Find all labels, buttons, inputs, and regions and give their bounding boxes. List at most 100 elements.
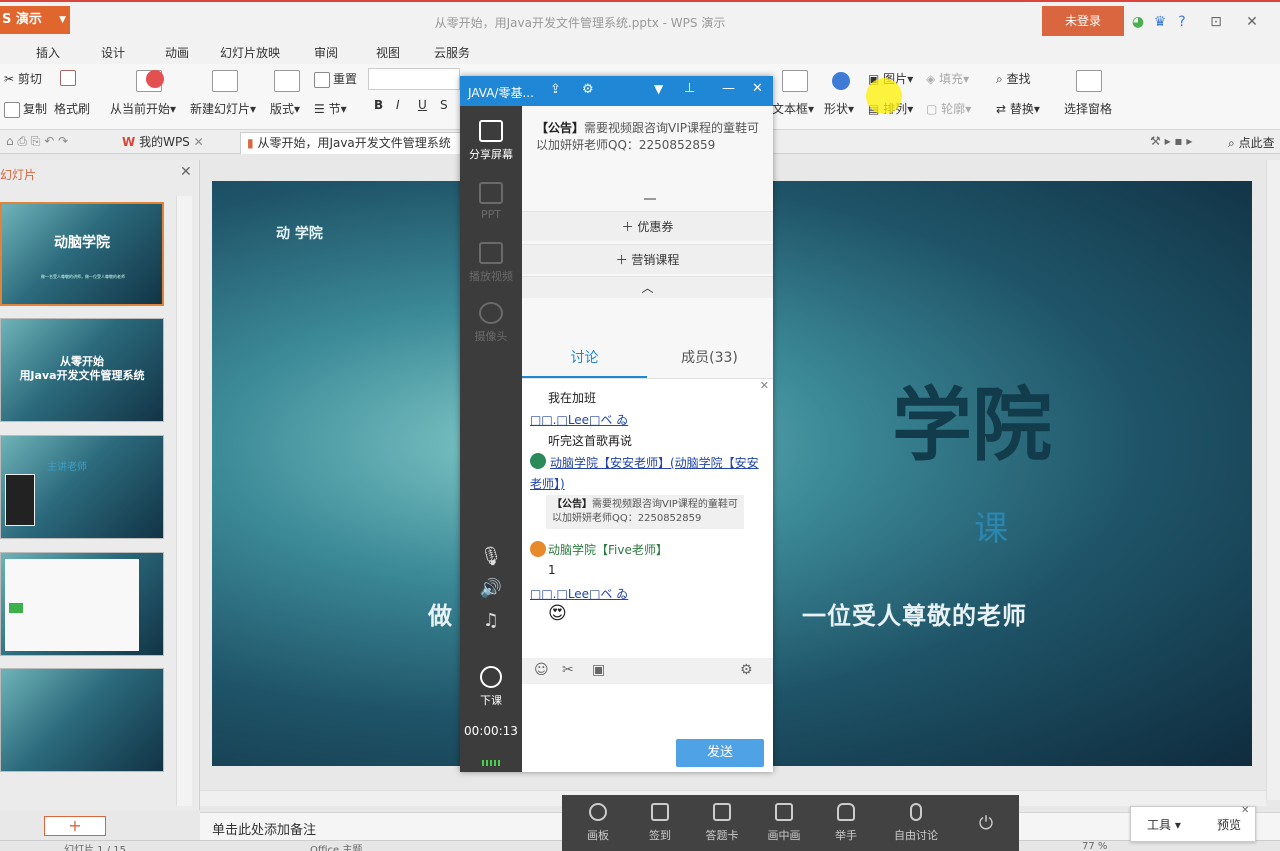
ppt-icon	[479, 182, 503, 204]
login-button[interactable]: 未登录	[1042, 6, 1124, 36]
format-painter-icon[interactable]	[60, 70, 79, 86]
italic-button[interactable]: I	[396, 98, 400, 112]
tools-button[interactable]: 工具 ▾	[1147, 816, 1181, 833]
microphone-icon	[910, 803, 922, 821]
pin-icon[interactable]: ⊥	[684, 81, 695, 96]
send-button[interactable]: 发送	[676, 739, 764, 767]
close-icon[interactable]: ✕	[1244, 14, 1260, 30]
collapse-row[interactable]: ︿	[522, 276, 773, 298]
find-button[interactable]: ⌕ 查找	[996, 70, 1031, 87]
raise-hand-button[interactable]: 举手	[818, 803, 874, 843]
textbox-button[interactable]: 文本框▾	[772, 100, 814, 117]
new-slide-button[interactable]: 新建幻灯片▾	[190, 100, 256, 117]
end-class-button[interactable]: 下课	[460, 666, 522, 708]
whiteboard-button[interactable]: 画板	[570, 803, 626, 843]
selection-pane-icon	[1076, 70, 1102, 92]
announcement: 【公告】需要视频跟咨询VIP课程的童鞋可以加妍妍老师QQ：2250852859	[536, 120, 762, 154]
tabstrip-tool-icons[interactable]: ⚒ ▸ ▪ ▸	[1150, 134, 1192, 148]
shape-button[interactable]: 形状▾	[824, 100, 854, 117]
font-name-dropdown[interactable]	[368, 68, 460, 90]
power-icon[interactable]: ⏻	[958, 813, 1014, 834]
play-video-button[interactable]: 播放视频	[460, 242, 522, 284]
vertical-scrollbar[interactable]	[1266, 160, 1280, 800]
cloud-icon[interactable]: ◕	[1130, 14, 1146, 30]
layout-button[interactable]: 版式▾	[270, 100, 300, 117]
restore-icon[interactable]: ⊡	[1208, 14, 1224, 30]
fill-button[interactable]: ◈ 填充▾	[926, 70, 969, 87]
reset-button[interactable]: 重置	[314, 70, 357, 88]
close-icon[interactable]: ✕	[1241, 805, 1249, 816]
section-button[interactable]: ☰ 节▾	[314, 100, 347, 117]
coupon-row[interactable]: ＋ 优惠券	[522, 211, 773, 241]
close-tab-icon[interactable]: ✕	[194, 135, 204, 149]
speaker-icon[interactable]: 🔊	[460, 578, 522, 599]
section-label: 节	[328, 102, 341, 116]
picture-in-picture-button[interactable]: 画中画	[756, 803, 812, 843]
skin-icon[interactable]: ♛	[1152, 14, 1168, 30]
help-icon[interactable]: ?	[1174, 14, 1190, 30]
music-icon[interactable]: ♫	[460, 610, 522, 631]
outline-button[interactable]: ▢ 轮廓▾	[926, 100, 971, 117]
quick-access-icons[interactable]: ⌂ ⎙ ⎘ ↶ ↷	[6, 134, 68, 149]
answer-card-button[interactable]: 答题卡	[694, 803, 750, 843]
slide-thumb-1[interactable]: 动脑学院 做一名受人尊敬的讲师，做一位受人尊敬的老师	[0, 202, 164, 306]
document-tab[interactable]: ▮ 从零开始，用Java开发文件管理系统	[240, 132, 462, 154]
gear-icon[interactable]: ⚙	[740, 662, 753, 678]
chat-username[interactable]: □□.□Lee□ベ ゐ	[530, 585, 628, 602]
marketing-course-row[interactable]: ＋ 营销课程	[522, 244, 773, 274]
close-icon[interactable]: ✕	[180, 164, 192, 180]
settings-icon[interactable]: ⚙	[582, 82, 594, 97]
calendar-check-icon	[651, 803, 669, 821]
format-painter-button[interactable]: 格式刷	[54, 100, 90, 117]
slide-pane-scrollbar[interactable]	[176, 196, 192, 806]
copy-label: 复制	[23, 102, 48, 116]
slide-thumb-3[interactable]: 主讲老师	[0, 435, 164, 539]
from-current-button[interactable]: 从当前开始▾	[110, 100, 176, 117]
preview-button[interactable]: 预览	[1217, 816, 1241, 833]
tab-animation[interactable]: 动画	[165, 44, 189, 61]
scissors-icon[interactable]: ✂	[562, 662, 574, 678]
shadow-button[interactable]: S	[440, 98, 448, 112]
window-title: 从零开始，用Java开发文件管理系统.pptx - WPS 演示	[434, 16, 726, 30]
chat-username[interactable]: □□.□Lee□ベ ゐ	[530, 411, 628, 428]
chat-messages[interactable]: ✕ 我在加班 □□.□Lee□ベ ゐ 听完这首歌再说 动脑学院【安安老师】(动脑…	[522, 378, 773, 658]
close-icon[interactable]: ✕	[752, 81, 763, 96]
slide-thumb-4[interactable]	[0, 552, 164, 656]
slide-thumb-5[interactable]	[0, 668, 164, 772]
free-discussion-button[interactable]: 自由讨论	[880, 803, 952, 843]
tab-review[interactable]: 审阅	[314, 44, 338, 61]
share-icon[interactable]: ⇪	[550, 82, 561, 97]
copy-button[interactable]: 复制	[4, 100, 47, 118]
chat-username[interactable]: 动脑学院【安安老师】(动脑学院【安安老师】)	[530, 453, 764, 495]
microphone-icon[interactable]: 🎙	[460, 546, 522, 567]
tab-slideshow[interactable]: 幻灯片放映	[220, 44, 280, 61]
my-wps-tab[interactable]: W 我的WPS ✕	[116, 132, 210, 154]
tab-members[interactable]: 成员(33)	[647, 338, 772, 378]
checkin-button[interactable]: 签到	[632, 803, 688, 843]
chat-username[interactable]: 动脑学院【Five老师】	[548, 541, 668, 558]
image-icon[interactable]: ▣	[592, 662, 605, 678]
share-screen-button[interactable]: 分享屏幕	[460, 120, 522, 162]
tab-cloud[interactable]: 云服务	[434, 44, 470, 61]
minimize-icon[interactable]: —	[722, 81, 735, 96]
tab-discuss[interactable]: 讨论	[522, 338, 647, 378]
camera-button[interactable]: 摄像头	[460, 302, 522, 344]
tab-design[interactable]: 设计	[101, 44, 125, 61]
tab-view[interactable]: 视图	[376, 44, 400, 61]
record-badge-icon	[146, 70, 164, 88]
collapse-handle-icon[interactable]	[644, 198, 656, 200]
app-menu-button[interactable]: S 演示 ▼	[0, 6, 70, 34]
slide-thumb-2[interactable]: 从零开始 用Java开发文件管理系统	[0, 318, 164, 422]
ppt-button[interactable]: PPT	[460, 182, 522, 221]
search-box[interactable]: ⌕ 点此查	[1228, 134, 1275, 151]
chevron-down-icon[interactable]: ▼	[654, 82, 663, 96]
close-icon[interactable]: ✕	[760, 379, 769, 392]
add-slide-button[interactable]: +	[44, 816, 106, 836]
emoji-icon[interactable]: ☺	[534, 662, 549, 678]
tab-insert[interactable]: 插入	[36, 44, 60, 61]
replace-button[interactable]: ⇄ 替换▾	[996, 100, 1040, 117]
cut-button[interactable]: ✂ 剪切	[4, 70, 42, 87]
underline-button[interactable]: U	[418, 98, 427, 112]
bold-button[interactable]: B	[374, 98, 383, 112]
selection-pane-button[interactable]: 选择窗格	[1064, 100, 1112, 117]
